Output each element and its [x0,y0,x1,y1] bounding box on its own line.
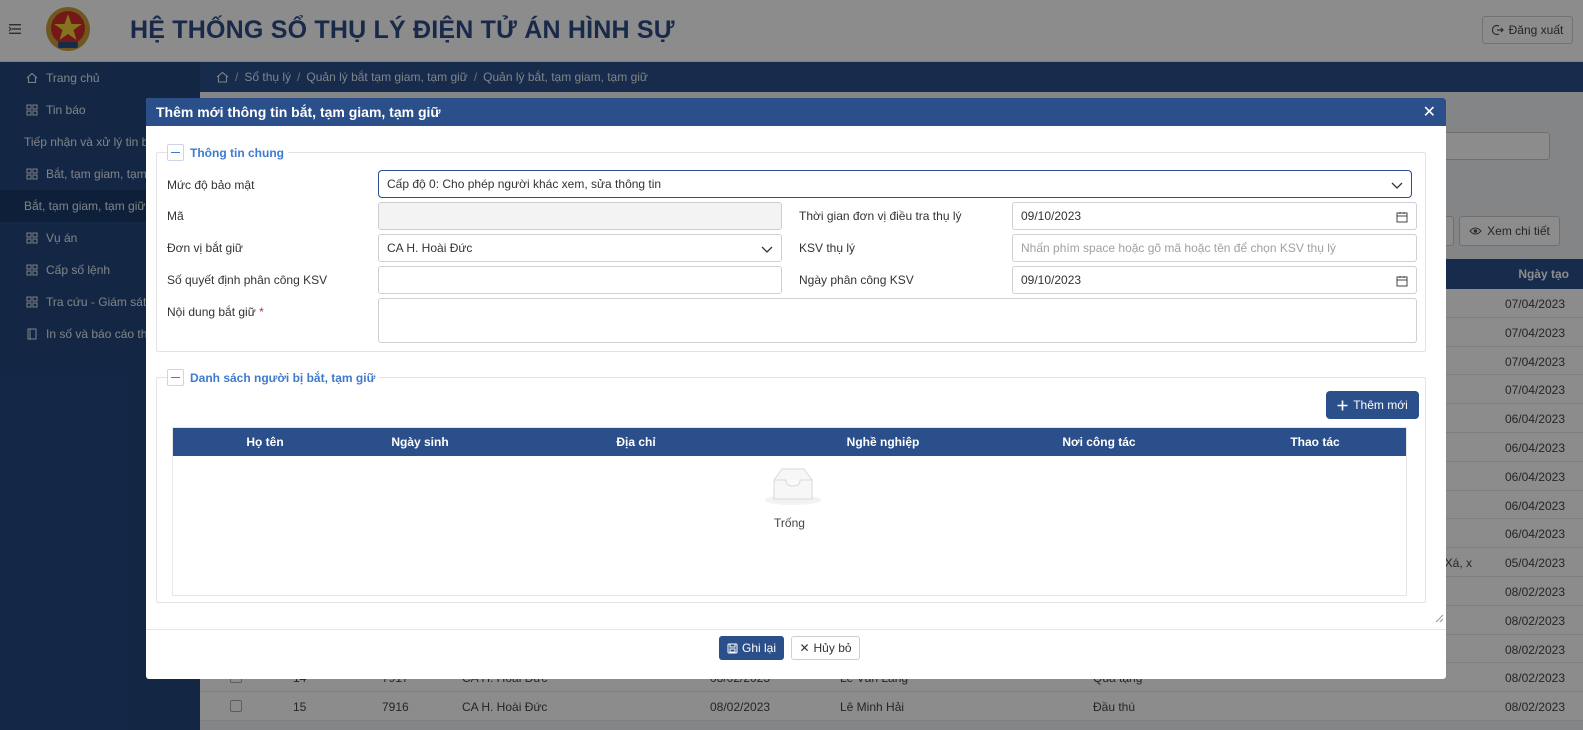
security-level-value: Cấp độ 0: Cho phép người khác xem, sửa t… [387,177,662,191]
code-field [378,202,782,230]
security-level-select[interactable]: Cấp độ 0: Cho phép người khác xem, sửa t… [378,170,1412,198]
close-icon[interactable]: ✕ [1423,102,1436,122]
cancel-button[interactable]: ✕ Hủy bỏ [791,636,860,660]
section-title: Danh sách người bị bắt, tạm giữ [190,370,376,385]
decision-number-input[interactable] [378,266,782,294]
general-info-legend[interactable]: Thông tin chung [167,144,288,161]
table-header: Họ tên Ngày sinh Địa chỉ Nghề nghiệp Nơi… [173,428,1406,456]
arrested-persons-table: Họ tên Ngày sinh Địa chỉ Nghề nghiệp Nơi… [172,427,1407,596]
dialog-footer-divider [146,629,1446,630]
assign-date-value: 09/10/2023 [1021,273,1082,287]
close-icon: ✕ [799,641,810,655]
collapse-icon[interactable] [167,369,184,386]
column-header-workplace: Nơi công tác [1062,435,1136,449]
arrest-content-label: Nội dung bắt giữ * [167,305,264,319]
assign-date-label: Ngày phân công KSV [799,273,914,287]
add-arrest-dialog: Thêm mới thông tin bắt, tạm giam, tạm gi… [146,98,1446,679]
arrest-unit-value: CA H. Hoài Đức [387,241,473,255]
add-person-button[interactable]: Thêm mới [1326,391,1419,419]
column-header-actions: Thao tác [1290,435,1340,449]
code-label: Mã [167,209,184,223]
required-mark: * [259,305,264,319]
arrest-content-textarea[interactable] [378,298,1417,343]
calendar-icon [1396,276,1408,287]
resize-handle-icon[interactable] [1434,613,1444,623]
section-title: Thông tin chung [190,145,284,160]
save-button[interactable]: Ghi lại [719,636,784,660]
collapse-icon[interactable] [167,144,184,161]
empty-box-icon [765,468,821,505]
ksv-label: KSV thụ lý [799,241,856,255]
arrest-content-label-text: Nội dung bắt giữ [167,305,256,319]
investigation-time-label: Thời gian đơn vị điều tra thụ lý [799,209,962,223]
ksv-placeholder: Nhấn phím space hoặc gõ mã hoặc tên để c… [1021,241,1336,255]
column-header-occupation: Nghề nghiệp [846,435,920,449]
arrest-unit-label: Đơn vị bắt giữ [167,241,243,255]
calendar-icon [1396,212,1408,223]
plus-icon [1337,400,1348,410]
empty-text: Trống [774,516,805,530]
assign-date-datepicker[interactable]: 09/10/2023 [1012,266,1417,294]
investigation-time-datepicker[interactable]: 09/10/2023 [1012,202,1417,230]
cancel-label: Hủy bỏ [813,641,852,655]
dialog-title: Thêm mới thông tin bắt, tạm giam, tạm gi… [156,104,441,120]
save-label: Ghi lại [741,641,776,655]
decision-number-label: Số quyết định phân công KSV [167,273,328,287]
chevron-down-icon [1391,182,1403,189]
ksv-search-input[interactable]: Nhấn phím space hoặc gõ mã hoặc tên để c… [1012,234,1417,262]
add-person-label: Thêm mới [1353,398,1408,412]
security-level-label: Mức độ bảo mật [167,178,255,192]
investigation-time-value: 09/10/2023 [1021,209,1082,223]
arrested-persons-legend[interactable]: Danh sách người bị bắt, tạm giữ [167,369,380,386]
dialog-header: Thêm mới thông tin bắt, tạm giam, tạm gi… [146,98,1446,126]
column-header-name: Họ tên [246,435,284,449]
arrest-unit-select[interactable]: CA H. Hoài Đức [378,234,782,262]
column-header-birthdate: Ngày sinh [391,435,449,449]
chevron-down-icon [761,246,773,253]
column-header-address: Địa chỉ [616,435,656,449]
save-icon [727,643,738,653]
